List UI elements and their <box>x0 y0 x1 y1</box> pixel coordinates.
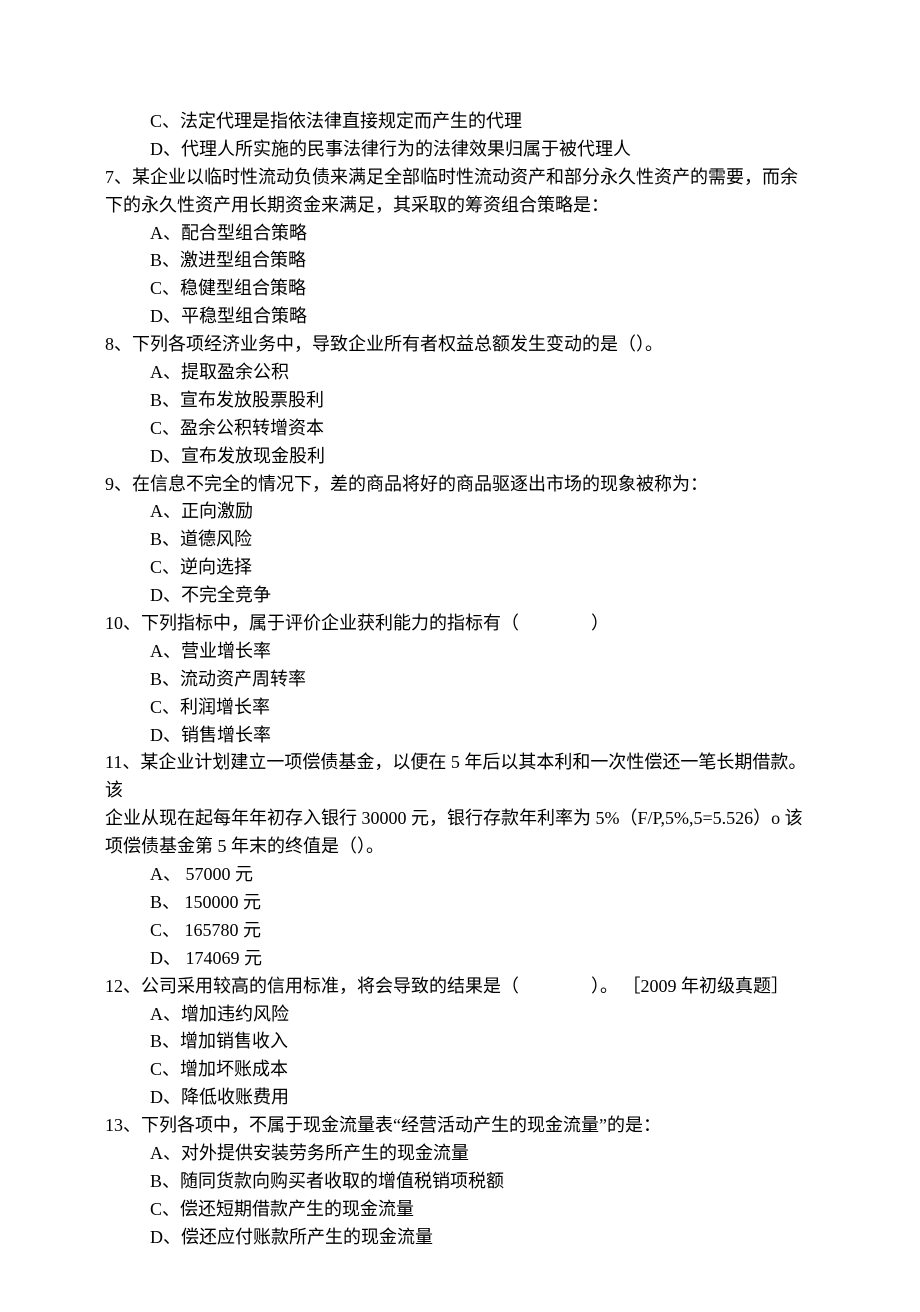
question-text: 13、下列各项中，不属于现金流量表“经营活动产生的现金流量”的是： <box>105 1112 815 1140</box>
option-text: D、销售增长率 <box>105 722 815 750</box>
option-text: C、法定代理是指依法律直接规定而产生的代理 <box>105 108 815 136</box>
option-text: B、激进型组合策略 <box>105 247 815 275</box>
question-text: 企业从现在起每年年初存入银行 30000 元，银行存款年利率为 5%（F/P,5… <box>105 805 815 833</box>
option-text: A、对外提供安装劳务所产生的现金流量 <box>105 1140 815 1168</box>
question-text: 9、在信息不完全的情况下，差的商品将好的商品驱逐出市场的现象被称为： <box>105 471 815 499</box>
option-text: A、提取盈余公积 <box>105 359 815 387</box>
option-text: C、增加坏账成本 <box>105 1056 815 1084</box>
option-text: B、宣布发放股票股利 <box>105 387 815 415</box>
option-text: C、 165780 元 <box>105 917 815 945</box>
option-text: B、流动资产周转率 <box>105 666 815 694</box>
option-text: A、营业增长率 <box>105 638 815 666</box>
document-page: C、法定代理是指依法律直接规定而产生的代理D、代理人所实施的民事法律行为的法律效… <box>0 0 920 1312</box>
option-text: B、道德风险 <box>105 526 815 554</box>
question-text: 10、下列指标中，属于评价企业获利能力的指标有（ ） <box>105 610 815 638</box>
option-text: A、增加违约风险 <box>105 1001 815 1029</box>
question-text: 8、下列各项经济业务中，导致企业所有者权益总额发生变动的是（）。 <box>105 331 815 359</box>
option-text: C、稳健型组合策略 <box>105 275 815 303</box>
option-text: A、 57000 元 <box>105 861 815 889</box>
option-text: D、偿还应付账款所产生的现金流量 <box>105 1224 815 1252</box>
option-text: A、正向激励 <box>105 498 815 526</box>
option-text: C、利润增长率 <box>105 694 815 722</box>
option-text: C、盈余公积转增资本 <box>105 415 815 443</box>
option-text: D、 174069 元 <box>105 945 815 973</box>
option-text: C、逆向选择 <box>105 554 815 582</box>
option-text: C、偿还短期借款产生的现金流量 <box>105 1196 815 1224</box>
question-text: 项偿债基金第 5 年末的终值是（）。 <box>105 833 815 861</box>
option-text: D、平稳型组合策略 <box>105 303 815 331</box>
option-text: D、代理人所实施的民事法律行为的法律效果归属于被代理人 <box>105 136 815 164</box>
question-text: 11、某企业计划建立一项偿债基金，以便在 5 年后以其本利和一次性偿还一笔长期借… <box>105 749 815 805</box>
option-text: A、配合型组合策略 <box>105 220 815 248</box>
question-text: 7、某企业以临时性流动负债来满足全部临时性流动资产和部分永久性资产的需要，而余下… <box>105 164 815 220</box>
option-text: D、不完全竞争 <box>105 582 815 610</box>
option-text: B、 150000 元 <box>105 889 815 917</box>
option-text: D、降低收账费用 <box>105 1084 815 1112</box>
option-text: D、宣布发放现金股利 <box>105 443 815 471</box>
question-text: 12、公司采用较高的信用标准，将会导致的结果是（ ）。 ［2009 年初级真题］ <box>105 973 815 1001</box>
option-text: B、随同货款向购买者收取的增值税销项税额 <box>105 1168 815 1196</box>
option-text: B、增加销售收入 <box>105 1028 815 1056</box>
